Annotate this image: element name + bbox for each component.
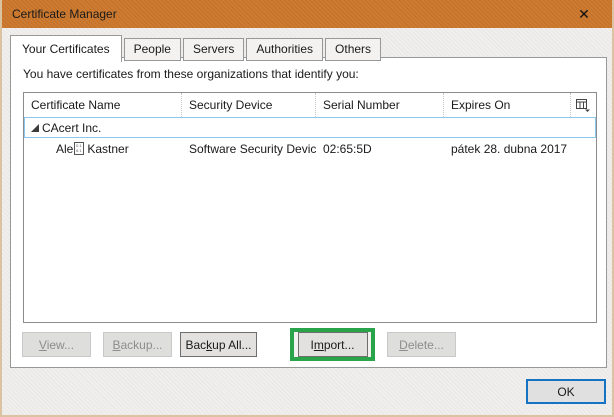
- column-picker-button[interactable]: [571, 93, 596, 117]
- tree-header: Certificate Name Security Device Serial …: [24, 93, 596, 117]
- backup-all-button[interactable]: Backup All...: [180, 332, 257, 357]
- serial-number-cell: 02:65:5D: [316, 138, 444, 159]
- window-title: Certificate Manager: [12, 7, 117, 21]
- column-header-security-device[interactable]: Security Device: [182, 93, 316, 117]
- cert-name-cell: Ale0161Kastner: [24, 138, 182, 159]
- group-name: CAcert Inc.: [42, 121, 101, 135]
- close-icon[interactable]: ✕: [568, 0, 600, 28]
- cert-name-part1: Ale: [56, 142, 73, 156]
- certificates-tree: Certificate Name Security Device Serial …: [23, 92, 597, 323]
- view-button[interactable]: View...: [22, 332, 91, 357]
- column-header-serial-number[interactable]: Serial Number: [316, 93, 444, 117]
- column-header-certificate-name[interactable]: Certificate Name: [24, 93, 182, 117]
- missing-glyph-box: 0161: [74, 142, 84, 155]
- tab-bar: Your Certificates People Servers Authori…: [10, 35, 383, 61]
- import-button[interactable]: Import...: [298, 332, 368, 357]
- certificate-manager-dialog: Certificate Manager ✕ Your Certificates …: [0, 0, 614, 417]
- cert-name-part2: Kastner: [87, 142, 128, 156]
- tab-panel: You have certificates from these organiz…: [10, 57, 607, 368]
- instruction-text: You have certificates from these organiz…: [23, 67, 359, 81]
- expires-on-cell: pátek 28. dubna 2017: [444, 138, 571, 159]
- tab-servers[interactable]: Servers: [183, 38, 244, 61]
- import-highlight-box: Import...: [290, 328, 375, 361]
- tab-authorities[interactable]: Authorities: [246, 38, 323, 61]
- tree-row-cacert-group[interactable]: CAcert Inc.: [24, 117, 596, 138]
- tab-others[interactable]: Others: [325, 38, 381, 61]
- column-picker-icon: [576, 99, 591, 112]
- titlebar: Certificate Manager ✕: [2, 0, 612, 28]
- backup-button[interactable]: Backup...: [103, 332, 172, 357]
- tab-your-certificates[interactable]: Your Certificates: [10, 35, 122, 62]
- security-device-cell: Software Security Device: [182, 138, 316, 159]
- delete-button[interactable]: Delete...: [387, 332, 456, 357]
- tab-people[interactable]: People: [124, 38, 181, 61]
- tree-expander-icon[interactable]: [31, 121, 39, 135]
- tree-row-certificate[interactable]: Ale0161Kastner Software Security Device …: [24, 138, 596, 159]
- ok-button[interactable]: OK: [526, 379, 606, 404]
- column-header-expires-on[interactable]: Expires On: [444, 93, 571, 117]
